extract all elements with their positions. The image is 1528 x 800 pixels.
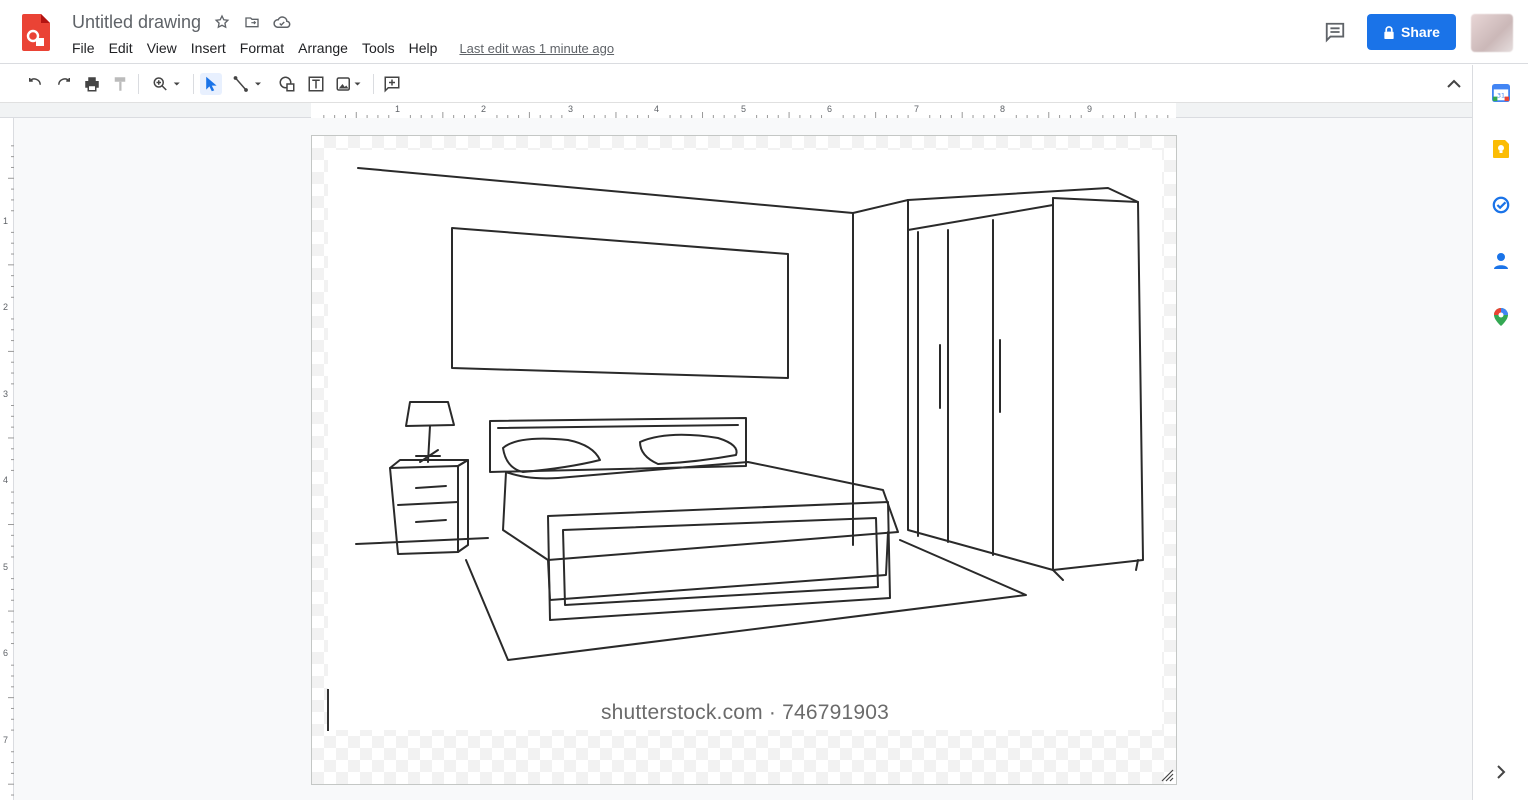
menu-insert[interactable]: Insert — [184, 40, 233, 56]
ruler-label: 4 — [3, 475, 9, 485]
cloud-saved-icon[interactable] — [273, 13, 291, 31]
resize-handle-icon[interactable] — [1160, 768, 1174, 782]
side-panel: 31 — [1472, 65, 1528, 800]
share-label: Share — [1401, 24, 1440, 40]
ruler-label: 6 — [3, 648, 9, 658]
contacts-icon[interactable] — [1491, 251, 1511, 271]
ruler-label: 8 — [1000, 104, 1006, 114]
menu-file[interactable]: File — [65, 40, 102, 56]
text-cursor — [327, 689, 329, 731]
ruler-label: 5 — [3, 562, 9, 572]
redo-icon[interactable] — [53, 73, 75, 95]
ruler-label: 1 — [395, 104, 401, 114]
ruler-label: 9 — [1087, 104, 1093, 114]
text-box-icon[interactable] — [305, 73, 327, 95]
watermark-text: shutterstock.com · 746791903 — [600, 701, 890, 724]
menu-format[interactable]: Format — [233, 40, 291, 56]
expand-panel-icon[interactable] — [1491, 762, 1511, 782]
menu-help[interactable]: Help — [402, 40, 445, 56]
tasks-icon[interactable] — [1491, 195, 1511, 215]
toolbar — [0, 65, 1472, 103]
menu-arrange[interactable]: Arrange — [291, 40, 355, 56]
ruler-label: 2 — [481, 104, 487, 114]
shape-icon[interactable] — [276, 73, 298, 95]
collapse-toolbar-icon[interactable] — [1444, 74, 1464, 94]
share-button[interactable]: Share — [1367, 14, 1456, 50]
star-icon[interactable] — [213, 13, 231, 31]
bedroom-sketch-image[interactable] — [328, 150, 1162, 730]
ruler-label: 3 — [568, 104, 574, 114]
drawing-canvas[interactable]: shutterstock.com · 746791903 — [311, 135, 1177, 785]
menu-tools[interactable]: Tools — [355, 40, 402, 56]
ruler-page-area: 1 2 3 4 5 6 7 8 9 — [311, 103, 1176, 118]
menu-bar: File Edit View Insert Format Arrange Too… — [65, 38, 614, 58]
drawings-app: Untitled drawing File Edit View Insert F… — [0, 0, 1528, 800]
ruler-label: 4 — [654, 104, 660, 114]
line-icon[interactable] — [229, 73, 269, 95]
ruler-label: 2 — [3, 302, 9, 312]
ruler-label: 7 — [3, 735, 9, 745]
paint-format-icon[interactable] — [109, 73, 131, 95]
add-comment-icon[interactable] — [381, 73, 403, 95]
maps-icon[interactable] — [1491, 307, 1511, 327]
svg-text:31: 31 — [1497, 93, 1505, 100]
undo-icon[interactable] — [24, 73, 46, 95]
ruler-label: 6 — [827, 104, 833, 114]
document-title[interactable]: Untitled drawing — [72, 12, 201, 33]
menu-edit[interactable]: Edit — [102, 40, 140, 56]
comments-icon[interactable] — [1322, 19, 1348, 45]
vertical-ruler: 1 2 3 4 5 6 7 — [0, 118, 14, 800]
print-icon[interactable] — [81, 73, 103, 95]
ruler-label: 1 — [3, 216, 9, 226]
horizontal-ruler: 1 2 3 4 5 6 7 8 9 — [0, 103, 1472, 118]
move-folder-icon[interactable] — [243, 13, 261, 31]
ruler-label: 3 — [3, 389, 9, 399]
image-icon[interactable] — [333, 73, 367, 95]
avatar[interactable] — [1471, 14, 1513, 52]
lock-icon — [1384, 25, 1394, 39]
last-edit-link[interactable]: Last edit was 1 minute ago — [459, 41, 614, 56]
menu-view[interactable]: View — [140, 40, 184, 56]
drawings-logo-icon[interactable] — [22, 14, 50, 51]
ruler-label: 7 — [914, 104, 920, 114]
ruler-label: 5 — [741, 104, 747, 114]
header: Untitled drawing File Edit View Insert F… — [0, 0, 1528, 64]
keep-icon[interactable] — [1491, 139, 1511, 159]
select-icon[interactable] — [200, 73, 222, 95]
zoom-icon[interactable] — [147, 73, 187, 95]
calendar-icon[interactable]: 31 — [1491, 83, 1511, 103]
